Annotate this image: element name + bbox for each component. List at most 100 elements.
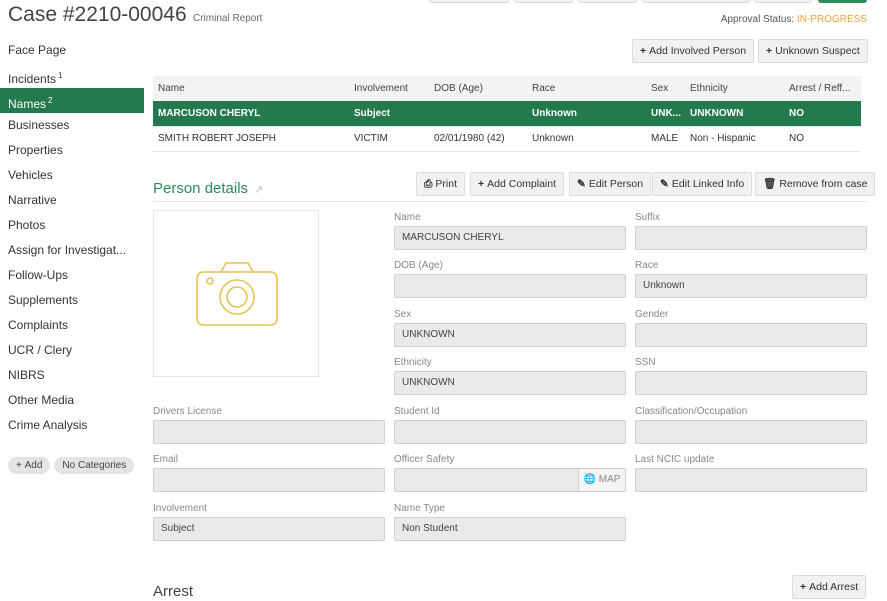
sidebar-item-properties[interactable]: Properties: [0, 138, 144, 163]
print-icon: ⎙: [424, 178, 433, 190]
add-arrest-button[interactable]: + Add Arrest: [792, 575, 867, 599]
sidebar-item-label: Properties: [8, 143, 63, 157]
sidebar-item-count: 1: [58, 71, 63, 80]
sidebar-item-follow-ups[interactable]: Follow-Ups: [0, 263, 144, 288]
last-ncic-label: Last NCIC update: [635, 454, 715, 465]
sidebar-item-other-media[interactable]: Other Media: [0, 388, 144, 413]
sidebar-item-vehicles[interactable]: Vehicles: [0, 163, 144, 188]
sidebar-item-label: Face Page: [8, 43, 67, 57]
sidebar-item-label: Follow-Ups: [8, 268, 69, 282]
sidebar-item-label: Photos: [8, 218, 46, 232]
officer-safety-field[interactable]: [394, 468, 579, 492]
ethnicity-field[interactable]: UNKNOWN: [394, 371, 626, 395]
sex-field[interactable]: UNKNOWN: [394, 323, 626, 347]
pencil-icon: ✎: [660, 178, 669, 190]
top-tab-1[interactable]: [429, 0, 509, 3]
involvement-label: Involvement: [153, 503, 207, 514]
cell-involvement: VICTIM: [349, 126, 429, 152]
sidebar-item-businesses[interactable]: Businesses: [0, 113, 144, 138]
sidebar-item-complaints[interactable]: Complaints: [0, 313, 144, 338]
cell-arrest: NO: [784, 101, 861, 127]
column-header-arrest[interactable]: Arrest / Reff...: [784, 76, 861, 101]
sidebar-item-names[interactable]: Names 2: [0, 88, 144, 113]
add-involved-person-label: Add Involved Person: [649, 45, 747, 57]
add-involved-person-button[interactable]: + Add Involved Person: [632, 39, 755, 63]
column-header-name[interactable]: Name: [153, 76, 349, 101]
involvement-field[interactable]: Subject: [153, 517, 385, 541]
sidebar-item-label: Names: [8, 97, 47, 111]
print-button[interactable]: ⎙ Print: [416, 172, 465, 196]
name-label: Name: [394, 212, 421, 223]
cell-sex: MALE: [646, 126, 685, 152]
cell-involvement: Subject: [349, 101, 429, 127]
top-tab-6[interactable]: [818, 0, 867, 3]
classification-label: Classification/Occupation: [635, 406, 748, 417]
drivers-license-field[interactable]: [153, 420, 385, 444]
race-field[interactable]: Unknown: [635, 274, 867, 298]
ssn-field[interactable]: [635, 371, 867, 395]
sidebar-item-supplements[interactable]: Supplements: [0, 288, 144, 313]
name-field[interactable]: MARCUSON CHERYL: [394, 226, 626, 250]
column-header-race[interactable]: Race: [527, 76, 646, 101]
globe-icon: 🌐: [583, 474, 596, 485]
sidebar-item-label: Narrative: [8, 193, 57, 207]
cell-race: Unknown: [527, 126, 646, 152]
approval-status-label: Approval Status:: [720, 14, 795, 25]
add-category-button[interactable]: + Add: [8, 457, 51, 474]
names-table: Name Involvement DOB (Age) Race Sex Ethn…: [153, 76, 861, 152]
cell-ethnicity: Non - Hispanic: [685, 126, 784, 152]
sidebar-item-face-page[interactable]: Face Page: [0, 38, 144, 63]
name-type-label: Name Type: [394, 503, 445, 514]
table-row[interactable]: MARCUSON CHERYL Subject Unknown UNK... U…: [153, 101, 861, 127]
last-ncic-field[interactable]: [635, 468, 867, 492]
sidebar-item-assign-investigation[interactable]: Assign for Investigat...: [0, 238, 144, 263]
top-tab-2[interactable]: [514, 0, 573, 3]
top-tab-4[interactable]: [642, 0, 750, 3]
sidebar-item-ucr-clery[interactable]: UCR / Clery: [0, 338, 144, 363]
print-label: Print: [435, 178, 457, 190]
suffix-field[interactable]: [635, 226, 867, 250]
sidebar-item-label: Other Media: [8, 393, 75, 407]
case-title: Case #2210-00046: [8, 3, 187, 26]
top-tab-3[interactable]: [578, 0, 637, 3]
race-label: Race: [635, 260, 659, 271]
plus-icon: +: [766, 45, 773, 57]
case-subtitle: Criminal Report: [193, 13, 263, 24]
cell-sex: UNK...: [646, 101, 685, 127]
student-id-field[interactable]: [394, 420, 626, 444]
sidebar-item-label: NIBRS: [8, 368, 45, 382]
edit-person-label: Edit Person: [588, 178, 644, 190]
edit-person-button[interactable]: ✎ Edit Person: [569, 172, 652, 196]
map-button[interactable]: 🌐 MAP: [578, 468, 626, 492]
cell-name: MARCUSON CHERYL: [153, 101, 349, 127]
dob-field[interactable]: [394, 274, 626, 298]
add-arrest-label: Add Arrest: [809, 581, 859, 593]
camera-icon: [196, 262, 278, 326]
name-type-field[interactable]: Non Student: [394, 517, 626, 541]
column-header-sex[interactable]: Sex: [646, 76, 685, 101]
email-field[interactable]: [153, 468, 385, 492]
sidebar-item-label: UCR / Clery: [8, 343, 73, 357]
photo-placeholder[interactable]: [153, 210, 319, 377]
unknown-suspect-button[interactable]: + Unknown Suspect: [758, 39, 868, 63]
classification-field[interactable]: [635, 420, 867, 444]
cell-ethnicity: UNKNOWN: [685, 101, 784, 127]
table-row[interactable]: SMITH ROBERT JOSEPH VICTIM 02/01/1980 (4…: [153, 126, 861, 152]
edit-linked-info-button[interactable]: ✎ Edit Linked Info: [652, 172, 753, 196]
sidebar-item-nibrs[interactable]: NIBRS: [0, 363, 144, 388]
gender-field[interactable]: [635, 323, 867, 347]
add-complaint-button[interactable]: + Add Complaint: [470, 172, 565, 196]
sidebar-item-incidents[interactable]: Incidents 1: [0, 63, 144, 88]
column-header-involvement[interactable]: Involvement: [349, 76, 429, 101]
remove-from-case-button[interactable]: 🗑 Remove from case: [755, 172, 876, 196]
external-link-icon[interactable]: ↗: [254, 184, 263, 196]
cell-race: Unknown: [527, 101, 646, 127]
table-header-row: Name Involvement DOB (Age) Race Sex Ethn…: [153, 76, 861, 101]
sidebar-item-narrative[interactable]: Narrative: [0, 188, 144, 213]
column-header-dob[interactable]: DOB (Age): [429, 76, 527, 101]
sidebar-item-crime-analysis[interactable]: Crime Analysis: [0, 413, 144, 438]
sidebar-item-photos[interactable]: Photos: [0, 213, 144, 238]
top-tab-5[interactable]: [754, 0, 812, 3]
column-header-ethnicity[interactable]: Ethnicity: [685, 76, 784, 101]
sidebar-item-label: Incidents: [8, 72, 57, 86]
